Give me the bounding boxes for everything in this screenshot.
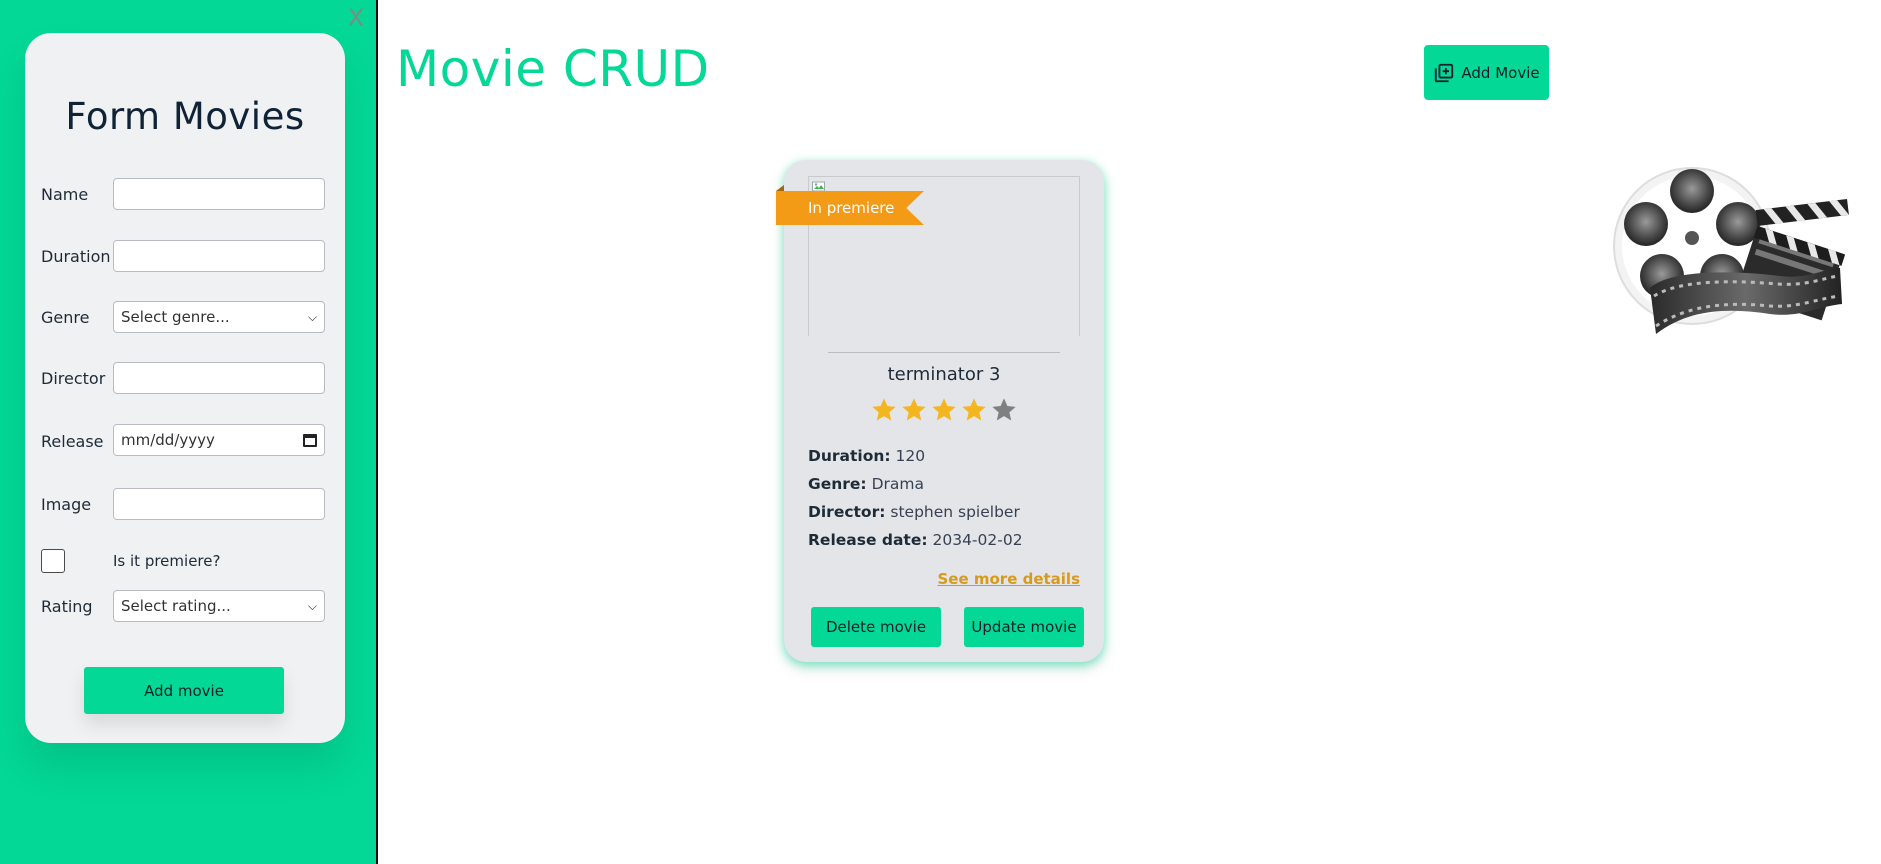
add-library-icon — [1435, 63, 1454, 82]
update-movie-button[interactable]: Update movie — [964, 607, 1084, 647]
genre-label: Genre — [41, 308, 90, 327]
broken-image-icon — [812, 181, 825, 192]
director-value: stephen spielber — [890, 503, 1020, 521]
rating-stars — [870, 396, 1018, 424]
image-label: Image — [41, 495, 92, 514]
card-divider — [828, 352, 1060, 353]
page-title: Movie CRUD — [396, 40, 710, 98]
film-reel-clapperboard-illustration — [1613, 167, 1849, 334]
genre-select-value: Select genre... — [121, 308, 230, 326]
genre-select[interactable]: Select genre... ⌵ — [113, 301, 325, 333]
genre-key: Genre: — [808, 475, 867, 493]
director-key: Director: — [808, 503, 886, 521]
name-label: Name — [41, 185, 89, 204]
release-row: Release date: 2034-02-02 — [808, 526, 1023, 554]
release-value: 2034-02-02 — [932, 531, 1023, 549]
see-more-details-link[interactable]: See more details — [937, 570, 1080, 588]
close-sidebar-button[interactable]: X — [346, 4, 366, 32]
star-empty-icon — [992, 398, 1016, 421]
rating-select[interactable]: Select rating... ⌵ — [113, 590, 325, 622]
sidebar: X Form Movies Name Duration Genre Select… — [0, 0, 378, 864]
director-input[interactable] — [113, 362, 325, 394]
add-movie-submit-button[interactable]: Add movie — [84, 667, 284, 714]
release-date-placeholder: mm/dd/yyyy — [121, 431, 215, 449]
ribbon-fold — [776, 185, 784, 191]
duration-label: Duration — [41, 247, 111, 266]
chevron-down-icon: ⌵ — [307, 598, 317, 613]
image-input[interactable] — [113, 488, 325, 520]
calendar-icon[interactable] — [303, 433, 317, 447]
director-row: Director: stephen spielber — [808, 498, 1023, 526]
movie-details: Duration: 120 Genre: Drama Director: ste… — [808, 442, 1023, 554]
premiere-checkbox[interactable] — [41, 549, 65, 573]
release-label: Release — [41, 432, 104, 451]
release-key: Release date: — [808, 531, 928, 549]
star-filled-icon — [962, 398, 986, 421]
premiere-ribbon: In premiere — [776, 191, 924, 225]
premiere-label: Is it premiere? — [113, 552, 221, 570]
duration-input[interactable] — [113, 240, 325, 272]
star-filled-icon — [902, 398, 926, 421]
duration-value: 120 — [895, 447, 926, 465]
name-input[interactable] — [113, 178, 325, 210]
movie-card: In premiere terminator 3 Duration: 120 G… — [776, 160, 1104, 662]
director-label: Director — [41, 369, 106, 388]
rating-select-value: Select rating... — [121, 597, 231, 615]
movie-form: Form Movies Name Duration Genre Select g… — [25, 33, 345, 743]
duration-key: Duration: — [808, 447, 891, 465]
star-filled-icon — [932, 398, 956, 421]
genre-row: Genre: Drama — [808, 470, 1023, 498]
delete-movie-button[interactable]: Delete movie — [811, 607, 941, 647]
duration-row: Duration: 120 — [808, 442, 1023, 470]
chevron-down-icon: ⌵ — [307, 309, 317, 324]
release-date-input[interactable]: mm/dd/yyyy — [113, 424, 325, 456]
form-title: Form Movies — [65, 95, 305, 138]
add-movie-button[interactable]: Add Movie — [1424, 45, 1549, 100]
add-movie-button-label: Add Movie — [1461, 63, 1540, 82]
movie-title: terminator 3 — [887, 364, 1001, 385]
star-filled-icon — [872, 398, 896, 421]
rating-label: Rating — [41, 597, 93, 616]
genre-value: Drama — [871, 475, 924, 493]
